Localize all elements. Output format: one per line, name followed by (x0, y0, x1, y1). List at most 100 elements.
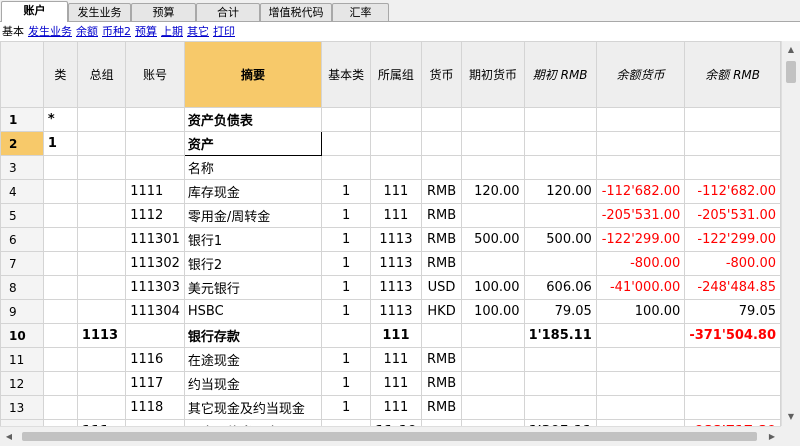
table-cell[interactable] (321, 131, 372, 156)
table-row[interactable]: 12 1117 约当现金 1 111 RMB (0, 371, 781, 396)
table-cell[interactable] (76, 251, 127, 276)
table-cell[interactable] (523, 251, 597, 276)
table-cell[interactable] (684, 131, 781, 156)
scroll-down-icon[interactable]: ▼ (782, 408, 800, 426)
table-cell[interactable]: HSBC (183, 299, 323, 324)
table-cell[interactable]: 111301 (125, 227, 185, 252)
vertical-scrollbar[interactable]: ▲ ▼ (781, 41, 800, 426)
table-cell[interactable]: 100.00 (595, 299, 686, 324)
table-cell[interactable] (42, 323, 78, 348)
table-cell[interactable]: 111 (370, 323, 422, 348)
table-cell[interactable] (76, 395, 127, 420)
table-cell[interactable]: 606.06 (523, 275, 597, 300)
table-cell[interactable]: 零用金/周转金 (183, 203, 323, 228)
row-number[interactable]: 6 (0, 227, 44, 252)
table-cell[interactable]: RMB (420, 347, 463, 372)
table-cell[interactable]: 名称 (183, 155, 323, 180)
table-cell[interactable]: -205'531.00 (595, 203, 686, 228)
table-cell[interactable]: -122'299.00 (684, 227, 781, 252)
row-number[interactable]: 11 (0, 347, 44, 372)
table-cell[interactable] (684, 107, 781, 132)
tab-5[interactable]: 汇率 (332, 3, 389, 21)
table-cell[interactable] (461, 323, 525, 348)
table-cell[interactable] (370, 155, 422, 180)
table-cell[interactable] (523, 203, 597, 228)
table-cell[interactable]: 1112 (125, 203, 185, 228)
view-link-2[interactable]: 币种2 (102, 25, 131, 38)
table-cell[interactable]: 1 (321, 275, 372, 300)
table-cell[interactable]: 在途现金 (183, 347, 323, 372)
table-cell[interactable] (42, 371, 78, 396)
table-cell[interactable]: USD (420, 275, 463, 300)
table-cell[interactable]: 1113 (76, 323, 127, 348)
table-cell[interactable] (42, 395, 78, 420)
column-header-6[interactable]: 货币 (420, 41, 463, 108)
view-link-6[interactable]: 打印 (213, 25, 235, 38)
table-cell[interactable]: -122'299.00 (595, 227, 686, 252)
table-cell[interactable]: 资产负债表 (183, 107, 323, 132)
row-number[interactable]: 7 (0, 251, 44, 276)
table-cell[interactable]: 1116 (125, 347, 185, 372)
table-row[interactable]: 5 1112 零用金/周转金 1 111 RMB -205'531.00 -205'531.0… (0, 203, 781, 228)
table-row[interactable]: 11 1116 在途现金 1 111 RMB (0, 347, 781, 372)
table-cell[interactable] (370, 131, 422, 156)
table-cell[interactable] (523, 395, 597, 420)
table-cell[interactable] (461, 251, 525, 276)
table-cell[interactable]: 1 (321, 251, 372, 276)
table-cell[interactable] (42, 347, 78, 372)
table-cell[interactable]: -800.00 (684, 251, 781, 276)
table-cell[interactable] (76, 179, 127, 204)
table-cell[interactable] (42, 227, 78, 252)
table-cell[interactable]: 其它现金及约当现金 (183, 395, 323, 420)
table-row[interactable]: 7 111302 银行2 1 1113 RMB -800.00 -800.00 (0, 251, 781, 276)
view-link-3[interactable]: 预算 (135, 25, 157, 38)
view-link-4[interactable]: 上期 (161, 25, 183, 38)
table-cell[interactable]: 资产 (183, 131, 323, 156)
view-link-1[interactable]: 余额 (76, 25, 98, 38)
table-cell[interactable] (420, 323, 463, 348)
table-cell[interactable]: HKD (420, 299, 463, 324)
table-cell[interactable] (76, 347, 127, 372)
table-cell[interactable] (523, 371, 597, 396)
table-cell[interactable]: 1 (321, 395, 372, 420)
table-cell[interactable]: 1 (321, 203, 372, 228)
horizontal-scrollbar[interactable]: ◀ ▶ (0, 426, 781, 446)
table-cell[interactable] (461, 107, 525, 132)
table-cell[interactable] (42, 299, 78, 324)
table-row[interactable]: 13 1118 其它现金及约当现金 1 111 RMB (0, 395, 781, 420)
table-cell[interactable] (76, 131, 127, 156)
table-cell[interactable]: 库存现金 (183, 179, 323, 204)
table-cell[interactable]: 111 (370, 371, 422, 396)
row-number[interactable]: 3 (0, 155, 44, 180)
table-cell[interactable] (76, 227, 127, 252)
row-number[interactable]: 12 (0, 371, 44, 396)
table-cell[interactable]: 1 (321, 299, 372, 324)
tab-4[interactable]: 增值税代码 (260, 3, 332, 21)
row-number[interactable]: 2 (0, 131, 44, 156)
table-cell[interactable]: 约当现金 (183, 371, 323, 396)
table-cell[interactable]: 111302 (125, 251, 185, 276)
table-cell[interactable]: -205'531.00 (684, 203, 781, 228)
table-cell[interactable] (76, 155, 127, 180)
table-cell[interactable]: 120.00 (461, 179, 525, 204)
table-cell[interactable] (321, 323, 372, 348)
table-row[interactable]: 3 名称 (0, 155, 781, 180)
row-number[interactable]: 4 (0, 179, 44, 204)
table-cell[interactable] (461, 347, 525, 372)
tab-1[interactable]: 发生业务 (68, 3, 131, 21)
scroll-right-icon[interactable]: ▶ (763, 427, 781, 446)
column-header-2[interactable]: 账号 (125, 41, 185, 108)
table-row[interactable]: 10 1113 银行存款 111 1'185.11 -371'504.80 (0, 323, 781, 348)
table-cell[interactable]: RMB (420, 251, 463, 276)
table-cell[interactable] (321, 155, 372, 180)
table-cell[interactable] (76, 275, 127, 300)
table-cell[interactable] (595, 107, 686, 132)
table-cell[interactable]: 银行1 (183, 227, 323, 252)
table-row[interactable]: 4 1111 库存现金 1 111 RMB 120.00 120.00 -112'682.00-… (0, 179, 781, 204)
column-header-10[interactable]: 余额 RMB (684, 41, 781, 108)
table-cell[interactable]: 1118 (125, 395, 185, 420)
table-cell[interactable]: 500.00 (461, 227, 525, 252)
horizontal-scroll-thumb[interactable] (22, 432, 757, 441)
table-cell[interactable]: 100.00 (461, 275, 525, 300)
table-cell[interactable]: 111303 (125, 275, 185, 300)
